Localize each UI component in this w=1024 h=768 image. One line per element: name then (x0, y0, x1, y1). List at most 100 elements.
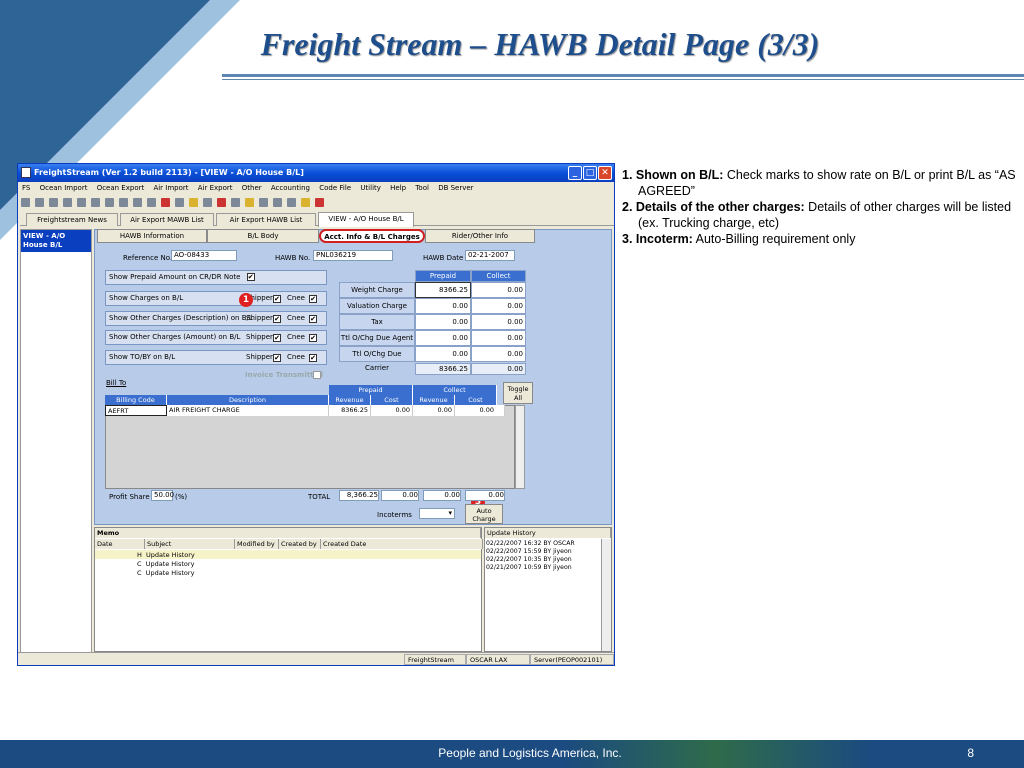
grid-collect-cell[interactable]: 0.00 (471, 330, 526, 346)
grid-collect-cell[interactable]: 0.00 (471, 314, 526, 330)
toolbar-icon[interactable] (245, 198, 254, 207)
profit-share-label: Profit Share (109, 493, 150, 501)
toolbar-icon[interactable] (35, 198, 44, 207)
toolbar-icon[interactable] (189, 198, 198, 207)
grid-prepaid-cell[interactable]: 0.00 (415, 330, 471, 346)
rewind-icon[interactable] (161, 198, 170, 207)
hawb-date-field[interactable]: 02-21-2007 (465, 250, 515, 261)
description-cell[interactable]: AIR FREIGHT CHARGE (167, 405, 329, 416)
menu-item[interactable]: Utility (360, 184, 381, 192)
menu-item[interactable]: Tool (415, 184, 429, 192)
folder-icon[interactable] (301, 198, 310, 207)
grid-total-prepaid: 8366.25 (415, 363, 471, 375)
collect-revenue-cell[interactable]: 0.00 (413, 405, 455, 416)
tab-view-house-bl[interactable]: VIEW - A/O House B/L (318, 212, 414, 227)
tab-hawb-information[interactable]: HAWB Information (97, 229, 207, 243)
cnee-checkbox[interactable]: ✔ (309, 315, 317, 323)
left-nav-item[interactable]: VIEW - A/O House B/L (21, 230, 91, 252)
shipper-checkbox[interactable]: ✔ (273, 295, 281, 303)
menu-item[interactable]: Ocean Import (40, 184, 88, 192)
menu-item[interactable]: Code File (319, 184, 351, 192)
memo-row[interactable]: H Update History (137, 551, 195, 560)
history-scrollbar[interactable] (601, 539, 611, 651)
minimize-icon[interactable]: _ (568, 166, 582, 180)
shipper-checkbox[interactable]: ✔ (273, 354, 281, 362)
toggle-all-button[interactable]: Toggle All (503, 382, 533, 404)
col-billing-code: Billing Code (105, 395, 167, 405)
prepaid-revenue-cell[interactable]: 8366.25 (329, 405, 371, 416)
toolbar-icon[interactable] (133, 198, 142, 207)
toolbar-icon[interactable] (287, 198, 296, 207)
tab-hawb-list[interactable]: Air Export HAWB List (216, 213, 316, 226)
tab-freightstream-news[interactable]: Freightstream News (26, 213, 118, 226)
footer-bar: People and Logistics America, Inc. 8 (0, 740, 1024, 768)
window-title: FreightStream (Ver 1.2 build 2113) - [VI… (34, 168, 304, 177)
grid-prepaid-cell[interactable]: 0.00 (415, 314, 471, 330)
grid-collect-cell[interactable]: 0.00 (471, 298, 526, 314)
auto-charge-button[interactable]: Auto Charge (465, 504, 503, 524)
menu-item[interactable]: Help (390, 184, 406, 192)
toolbar-icon[interactable] (105, 198, 114, 207)
cnee-checkbox[interactable]: ✔ (309, 295, 317, 303)
menu-item[interactable]: FS (22, 184, 30, 192)
menu-item[interactable]: Other (242, 184, 262, 192)
toolbar-icon[interactable] (259, 198, 268, 207)
menu-item[interactable]: DB Server (438, 184, 473, 192)
shipper-checkbox[interactable]: ✔ (273, 315, 281, 323)
collect-cost-cell[interactable]: 0.00 (455, 405, 505, 416)
grid-collect-cell[interactable]: 0.00 (471, 346, 526, 362)
shipper-checkbox[interactable]: ✔ (273, 334, 281, 342)
toolbar-icon[interactable] (273, 198, 282, 207)
tab-mawb-list[interactable]: Air Export MAWB List (120, 213, 214, 226)
title-underline-thin (222, 79, 1024, 80)
hawb-field[interactable]: PNL036219 (313, 250, 393, 261)
checkbox-checked[interactable]: ✔ (246, 273, 255, 281)
toolbar-icon[interactable] (63, 198, 72, 207)
billing-code-cell[interactable]: AEFRT (105, 405, 167, 416)
cnee-checkbox[interactable]: ✔ (309, 354, 317, 362)
notes-list: 1. Shown on B/L: Check marks to show rat… (622, 167, 1017, 247)
grid-prepaid-cell[interactable]: 0.00 (415, 346, 471, 362)
prepaid-cost-cell[interactable]: 0.00 (371, 405, 413, 416)
grid-prepaid-cell[interactable]: 0.00 (415, 298, 471, 314)
grid-prepaid-cell[interactable]: 8366.25 (415, 282, 471, 298)
toolbar-icon[interactable] (77, 198, 86, 207)
memo-row[interactable]: C Update History (137, 560, 194, 569)
bill-to-link[interactable]: Bill To (106, 378, 126, 388)
maximize-icon[interactable]: □ (583, 166, 597, 180)
option-label: Show TO/BY on B/L (109, 353, 176, 361)
window-titlebar[interactable]: FreightStream (Ver 1.2 build 2113) - [VI… (18, 164, 614, 182)
incoterms-select[interactable]: ▾ (419, 508, 455, 519)
tab-rider-info[interactable]: Rider/Other Info (425, 229, 535, 243)
total-label: TOTAL (308, 493, 331, 501)
menu-item[interactable]: Air Export (198, 184, 233, 192)
profit-share-field[interactable]: 50.00 (151, 490, 174, 501)
menu-item[interactable]: Ocean Export (97, 184, 145, 192)
col-collect-cost: Cost (455, 395, 497, 405)
close-icon[interactable]: ✕ (598, 166, 612, 180)
tab-acct-info[interactable]: Acct. Info & B/L Charges (319, 229, 425, 243)
toolbar-icon[interactable] (217, 198, 226, 207)
toolbar-icon[interactable] (147, 198, 156, 207)
stop-icon[interactable] (315, 198, 324, 207)
memo-row[interactable]: C Update History (137, 569, 194, 578)
toolbar-icon[interactable] (49, 198, 58, 207)
grid-collect-cell[interactable]: 0.00 (471, 282, 526, 298)
billing-scrollbar[interactable] (515, 405, 525, 489)
invoice-transmitted-label: Invoice Transmitted (245, 371, 324, 379)
menu-item[interactable]: Accounting (271, 184, 310, 192)
reference-field[interactable]: AO-08433 (171, 250, 237, 261)
tab-bl-body[interactable]: B/L Body (207, 229, 319, 243)
total-collect-cost: 0.00 (465, 490, 505, 501)
option-label: Show Charges on B/L (109, 294, 184, 302)
toolbar-icon[interactable] (231, 198, 240, 207)
cnee-checkbox[interactable]: ✔ (309, 334, 317, 342)
toolbar-icon[interactable] (91, 198, 100, 207)
menu-item[interactable]: Air Import (153, 184, 188, 192)
toolbar-icon[interactable] (119, 198, 128, 207)
toolbar-icon[interactable] (21, 198, 30, 207)
shipper-label: Shipper (246, 314, 273, 322)
invoice-transmitted-checkbox[interactable] (313, 371, 321, 379)
toolbar-icon[interactable] (203, 198, 212, 207)
forward-icon[interactable] (175, 198, 184, 207)
